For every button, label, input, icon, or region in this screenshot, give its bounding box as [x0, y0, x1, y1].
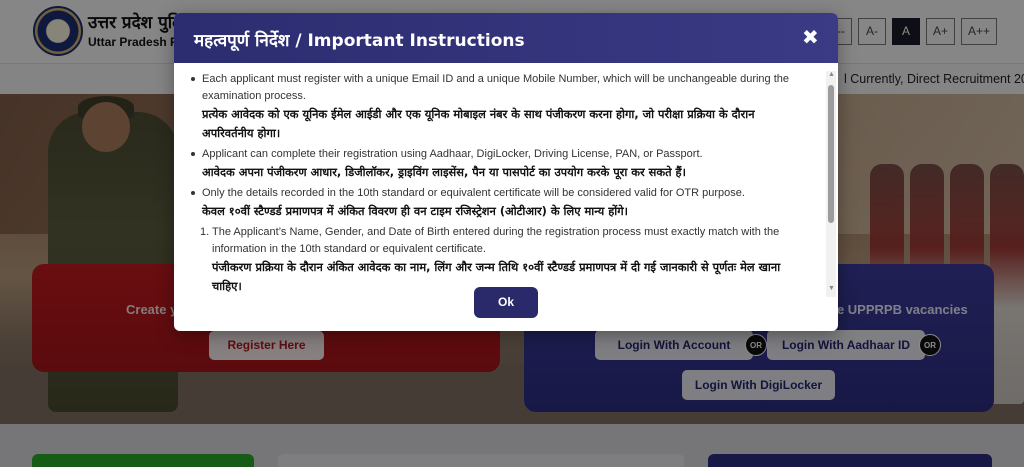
modal-scrollbar[interactable]: ▲ ▼: [826, 71, 836, 297]
instruction-item: Each applicant must register with a uniq…: [190, 71, 806, 143]
close-icon[interactable]: ✖: [802, 26, 819, 50]
important-instructions-modal: महत्वपूर्ण निर्देश / Important Instructi…: [174, 13, 838, 331]
instruction-english: Only the details recorded in the 10th st…: [202, 187, 745, 199]
sub-instruction-number: 1.: [200, 226, 210, 238]
sub-instruction-english: The Applicant’s Name, Gender, and Date o…: [212, 226, 780, 255]
instruction-item: Applicant can complete their registratio…: [190, 146, 806, 182]
instruction-english: Applicant can complete their registratio…: [202, 148, 703, 160]
instruction-list: Each applicant must register with a uniq…: [190, 71, 806, 221]
modal-header: महत्वपूर्ण निर्देश / Important Instructi…: [174, 13, 838, 63]
instruction-hindi: प्रत्येक आवेदक को एक यूनिक ईमेल आईडी और …: [202, 107, 755, 140]
instruction-item: Only the details recorded in the 10th st…: [190, 185, 806, 221]
ok-button[interactable]: Ok: [474, 287, 538, 318]
instruction-hindi: केवल १०वीं स्टैण्डर्ड प्रमाणपत्र में अंक…: [202, 204, 628, 218]
sub-instruction-item: 1. The Applicant’s Name, Gender, and Dat…: [190, 224, 806, 296]
instruction-hindi: आवेदक अपना पंजीकरण आधार, डिजीलॉकर, ड्राइ…: [202, 165, 686, 179]
scroll-up-arrow-icon[interactable]: ▲: [828, 71, 835, 78]
modal-title: महत्वपूर्ण निर्देश / Important Instructi…: [194, 31, 525, 51]
scroll-down-arrow-icon[interactable]: ▼: [828, 285, 835, 292]
instruction-english: Each applicant must register with a uniq…: [202, 73, 790, 102]
scroll-thumb[interactable]: [828, 85, 834, 223]
modal-body: Each applicant must register with a uniq…: [174, 71, 824, 297]
